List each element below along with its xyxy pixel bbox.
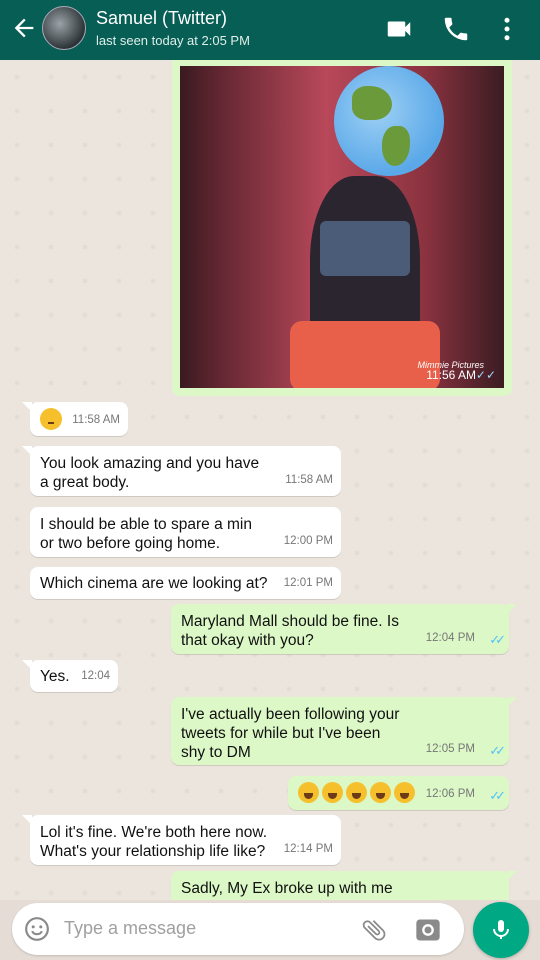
incoming-message[interactable]: Which cinema are we looking at? 12:01 PM: [30, 567, 341, 599]
avatar[interactable]: [42, 6, 86, 50]
message-time: 11:58 AM: [285, 474, 333, 486]
photo-detail: [320, 221, 410, 276]
incoming-message[interactable]: Yes. 12:04: [22, 660, 118, 692]
chat-header: Samuel (Twitter) last seen today at 2:05…: [0, 0, 540, 60]
weary-face-emoji-icon: [346, 782, 367, 803]
weary-face-emojis: [298, 782, 418, 803]
message-text: Which cinema are we looking at?: [40, 575, 268, 592]
message-text: Lol it's fine. We're both here now. What…: [40, 824, 268, 860]
weary-face-emoji-icon: [322, 782, 343, 803]
attach-icon[interactable]: [360, 916, 388, 944]
outgoing-message[interactable]: Sadly, My Ex broke up with me: [171, 871, 517, 900]
incoming-message[interactable]: 11:58 AM: [22, 402, 128, 436]
image-message[interactable]: Mimmie Pictures 11:56 AM ✓✓: [172, 60, 512, 396]
incoming-message[interactable]: I should be able to spare a min or two b…: [30, 507, 341, 557]
weary-face-emoji-icon: [370, 782, 391, 803]
message-time: 12:05 PM: [425, 743, 475, 755]
read-ticks-icon: ✓✓: [489, 788, 506, 803]
message-text: Sadly, My Ex broke up with me: [181, 880, 393, 897]
message-text: Yes.: [40, 668, 70, 685]
message-time: 12:01 PM: [283, 577, 333, 589]
message-text: I should be able to spare a min or two b…: [40, 516, 252, 552]
mic-button[interactable]: [473, 902, 529, 958]
camera-icon[interactable]: [414, 916, 442, 944]
read-ticks-icon: ✓✓: [489, 743, 506, 758]
weary-face-emoji-icon: [394, 782, 415, 803]
more-vert-icon[interactable]: [492, 14, 522, 44]
message-time: 12:14 PM: [283, 843, 333, 855]
message-time: 11:56 AM: [426, 368, 476, 382]
message-input[interactable]: Type a message: [64, 918, 196, 939]
incoming-message[interactable]: Lol it's fine. We're both here now. What…: [22, 815, 341, 865]
outgoing-message[interactable]: 12:06 PM ✓✓: [288, 776, 509, 810]
message-input-bar[interactable]: Type a message: [12, 903, 464, 955]
contact-name[interactable]: Samuel (Twitter): [96, 8, 227, 29]
flushed-face-emoji-icon: [40, 408, 62, 430]
photo-detail: [290, 321, 440, 388]
read-ticks-icon: ✓✓: [489, 632, 506, 647]
message-time: 12:06 PM: [425, 788, 475, 800]
message-time: 12:00 PM: [283, 535, 333, 547]
read-ticks-icon: ✓✓: [475, 368, 496, 382]
incoming-message[interactable]: You look amazing and you have a great bo…: [22, 446, 341, 496]
phone-icon[interactable]: [441, 14, 471, 44]
shared-photo[interactable]: Mimmie Pictures 11:56 AM ✓✓: [180, 66, 504, 388]
back-arrow-icon[interactable]: [10, 14, 38, 42]
outgoing-message[interactable]: I've actually been following your tweets…: [171, 697, 517, 765]
message-text: You look amazing and you have a great bo…: [40, 455, 260, 491]
message-time: 12:04 PM: [425, 632, 475, 644]
last-seen-status: last seen today at 2:05 PM: [96, 33, 250, 48]
emoji-icon[interactable]: [24, 916, 50, 942]
message-text: Maryland Mall should be fine. Is that ok…: [181, 613, 399, 649]
outgoing-message[interactable]: Maryland Mall should be fine. Is that ok…: [171, 604, 517, 654]
message-time: 12:04: [81, 670, 110, 682]
video-call-icon[interactable]: [384, 14, 414, 44]
mic-icon: [493, 920, 509, 939]
message-time: 11:58 AM: [72, 414, 120, 426]
weary-face-emoji-icon: [298, 782, 319, 803]
message-text: I've actually been following your tweets…: [181, 706, 400, 761]
message-list[interactable]: Mimmie Pictures 11:56 AM ✓✓ 11:58 AM You…: [0, 60, 540, 900]
globe-emoji-sticker: [334, 66, 444, 176]
